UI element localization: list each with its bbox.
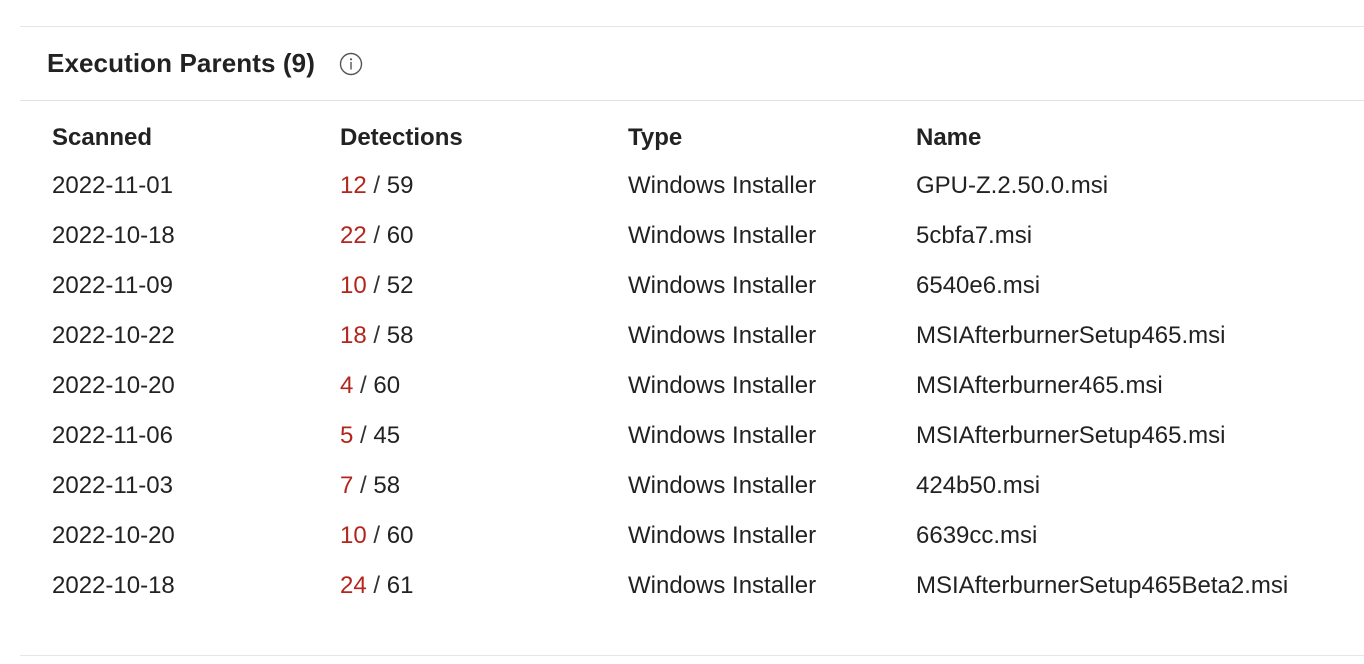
detections-cell: 18 / 58 bbox=[340, 311, 628, 361]
detections-total: 59 bbox=[386, 172, 414, 199]
file-name-cell: MSIAfterburnerSetup465.msi bbox=[916, 411, 1356, 461]
table-row[interactable]: 2022-11-06 5 / 45 Windows Installer MSIAfte… bbox=[52, 411, 1356, 461]
file-type: Windows Installer bbox=[628, 572, 817, 599]
file-name-cell: 424b50.msi bbox=[916, 461, 1356, 511]
detections-total: 60 bbox=[386, 222, 414, 249]
detections-positive: 10 bbox=[340, 272, 367, 299]
section-title: Execution Parents (9) bbox=[47, 48, 315, 78]
detections-separator: / bbox=[366, 222, 387, 249]
detections-cell: 10 / 52 bbox=[340, 261, 628, 311]
file-name-cell: MSIAfterburner465.msi bbox=[916, 361, 1356, 411]
detections-separator: / bbox=[353, 422, 374, 449]
detections-total: 60 bbox=[386, 522, 414, 549]
scanned-date: 2022-10-20 bbox=[52, 522, 175, 549]
execution-parents-table: Scanned Detections Type Name 2022-11-01 1… bbox=[52, 115, 1356, 611]
detections-positive: 7 bbox=[340, 472, 354, 499]
file-type: Windows Installer bbox=[628, 472, 817, 499]
file-name-cell: 5cbfa7.msi bbox=[916, 211, 1356, 261]
detections-positive: 12 bbox=[340, 172, 367, 199]
file-name-link[interactable]: 6639cc.msi bbox=[916, 522, 1037, 549]
table-header-row: Scanned Detections Type Name bbox=[52, 115, 1356, 161]
detections-total: 52 bbox=[386, 272, 414, 299]
detections-cell: 22 / 60 bbox=[340, 211, 628, 261]
detections-separator: / bbox=[353, 472, 374, 499]
column-header-detections[interactable]: Detections bbox=[340, 115, 628, 161]
file-name-link[interactable]: MSIAfterburnerSetup465.msi bbox=[916, 422, 1225, 449]
scanned-date: 2022-10-18 bbox=[52, 222, 175, 249]
scanned-date: 2022-11-01 bbox=[52, 172, 173, 199]
column-header-name[interactable]: Name bbox=[916, 115, 1356, 161]
table-row[interactable]: 2022-10-18 24 / 61 Windows Installer MSIAft… bbox=[52, 561, 1356, 611]
file-type: Windows Installer bbox=[628, 322, 817, 349]
detections-cell: 24 / 61 bbox=[340, 561, 628, 611]
detections-separator: / bbox=[353, 372, 374, 399]
table-row[interactable]: 2022-11-03 7 / 58 Windows Installer 424b50.… bbox=[52, 461, 1356, 511]
file-type: Windows Installer bbox=[628, 372, 817, 399]
detections-positive: 22 bbox=[340, 222, 367, 249]
file-name-link[interactable]: 424b50.msi bbox=[916, 472, 1040, 499]
detections-cell: 10 / 60 bbox=[340, 511, 628, 561]
detections-separator: / bbox=[366, 572, 387, 599]
file-name-cell: 6540e6.msi bbox=[916, 261, 1356, 311]
detections-total: 60 bbox=[373, 372, 401, 399]
file-name-cell: MSIAfterburnerSetup465.msi bbox=[916, 311, 1356, 361]
table-row[interactable]: 2022-10-18 22 / 60 Windows Installer 5cbfa7… bbox=[52, 211, 1356, 261]
scanned-date: 2022-10-18 bbox=[52, 572, 175, 599]
scanned-date: 2022-11-03 bbox=[52, 472, 173, 499]
info-circle-icon[interactable] bbox=[339, 52, 363, 76]
detections-separator: / bbox=[366, 272, 387, 299]
column-header-scanned[interactable]: Scanned bbox=[52, 115, 340, 161]
detections-total: 61 bbox=[386, 572, 414, 599]
file-name-link[interactable]: MSIAfterburnerSetup465.msi bbox=[916, 322, 1225, 349]
detections-separator: / bbox=[366, 172, 387, 199]
file-name-link[interactable]: 6540e6.msi bbox=[916, 272, 1040, 299]
detections-total: 45 bbox=[373, 422, 401, 449]
detections-cell: 5 / 45 bbox=[340, 411, 628, 461]
detections-positive: 5 bbox=[340, 422, 354, 449]
file-name-cell: MSIAfterburnerSetup465Beta2.msi bbox=[916, 561, 1356, 611]
detections-total: 58 bbox=[386, 322, 414, 349]
detections-separator: / bbox=[366, 322, 387, 349]
file-type: Windows Installer bbox=[628, 272, 817, 299]
file-type: Windows Installer bbox=[628, 172, 817, 199]
detections-positive: 4 bbox=[340, 372, 354, 399]
table-row[interactable]: 2022-11-01 12 / 59 Windows Installer GPU-Z.… bbox=[52, 161, 1356, 211]
detections-positive: 18 bbox=[340, 322, 367, 349]
column-header-type[interactable]: Type bbox=[628, 115, 916, 161]
file-name-link[interactable]: MSIAfterburner465.msi bbox=[916, 372, 1163, 399]
detections-positive: 24 bbox=[340, 572, 367, 599]
card-header: Execution Parents (9) bbox=[20, 27, 1364, 101]
file-type: Windows Installer bbox=[628, 222, 817, 249]
table-row[interactable]: 2022-10-20 4 / 60 Windows Installer MSIAfte… bbox=[52, 361, 1356, 411]
execution-parents-card: Execution Parents (9) Scanned Detections… bbox=[20, 26, 1364, 656]
file-name-link[interactable]: GPU-Z.2.50.0.msi bbox=[916, 172, 1108, 199]
detections-cell: 12 / 59 bbox=[340, 161, 628, 211]
file-name-cell: GPU-Z.2.50.0.msi bbox=[916, 161, 1356, 211]
detections-total: 58 bbox=[373, 472, 401, 499]
scanned-date: 2022-10-22 bbox=[52, 322, 175, 349]
file-name-cell: 6639cc.msi bbox=[916, 511, 1356, 561]
file-name-link[interactable]: 5cbfa7.msi bbox=[916, 222, 1032, 249]
file-type: Windows Installer bbox=[628, 422, 817, 449]
file-type: Windows Installer bbox=[628, 522, 817, 549]
file-name-link[interactable]: MSIAfterburnerSetup465Beta2.msi bbox=[916, 572, 1288, 599]
detections-cell: 4 / 60 bbox=[340, 361, 628, 411]
detections-cell: 7 / 58 bbox=[340, 461, 628, 511]
detections-separator: / bbox=[366, 522, 387, 549]
table-row[interactable]: 2022-10-20 10 / 60 Windows Installer 6639cc… bbox=[52, 511, 1356, 561]
scanned-date: 2022-11-09 bbox=[52, 272, 173, 299]
scanned-date: 2022-10-20 bbox=[52, 372, 175, 399]
table-row[interactable]: 2022-10-22 18 / 58 Windows Installer MSIAft… bbox=[52, 311, 1356, 361]
scanned-date: 2022-11-06 bbox=[52, 422, 173, 449]
detections-positive: 10 bbox=[340, 522, 367, 549]
table-row[interactable]: 2022-11-09 10 / 52 Windows Installer 6540e6… bbox=[52, 261, 1356, 311]
